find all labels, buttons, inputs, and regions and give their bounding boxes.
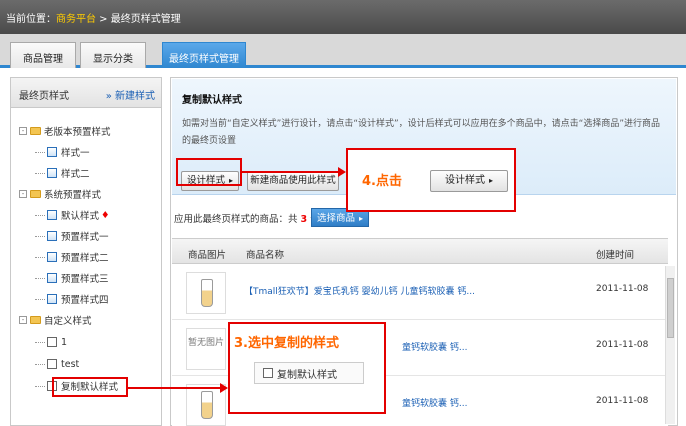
usage-text: 应用此最终页样式的商品：共 <box>174 214 298 225</box>
tree-item-label: 默认样式 <box>61 211 100 222</box>
arrow-right-icon: ▸ <box>359 214 364 223</box>
tab-display-category[interactable]: 显示分类 <box>80 42 146 68</box>
tree-item-custom-test[interactable]: test <box>35 356 79 372</box>
callout-design-label: 设计样式 <box>444 175 485 186</box>
arrow-right-icon: ▸ <box>488 176 493 185</box>
tree-item-label: 预置样式二 <box>61 253 109 264</box>
tree-folder-label: 系统预置样式 <box>44 190 102 201</box>
select-product-label: 选择商品 <box>316 213 355 224</box>
step4-label: 4.点击 <box>362 174 402 189</box>
tab-bar: 商品管理 显示分类 最终页样式管理 <box>0 34 686 68</box>
no-image-text: 暂无图片 <box>187 338 224 348</box>
style-description: 如需对当前“自定义样式”进行设计，请点击“设计样式”，设计后样式可以应用在多个商… <box>182 119 660 146</box>
tree-item-style-2[interactable]: 样式二 <box>35 165 90 181</box>
breadcrumb-separator: > <box>96 14 111 25</box>
tree-item-default-style[interactable]: 默认样式 ♦ <box>35 207 110 223</box>
tree-folder-label: 老版本预置样式 <box>44 127 111 138</box>
style-doc-icon <box>47 231 57 241</box>
callout-style-item: 复制默认样式 <box>254 362 364 384</box>
style-doc-icon <box>263 368 273 378</box>
created-date: 2011-11-08 <box>596 284 649 294</box>
style-doc-icon <box>47 337 57 347</box>
callout-style-label: 复制默认样式 <box>277 369 337 381</box>
breadcrumb-prefix: 当前位置： <box>6 14 56 25</box>
new-style-link[interactable]: » 新建样式 <box>106 87 155 102</box>
tree-item-custom-1[interactable]: 1 <box>35 334 67 350</box>
tree-item-label: 预置样式四 <box>61 295 109 306</box>
breadcrumb-current: 最终页样式管理 <box>110 14 181 25</box>
tree-folder-system-presets[interactable]: - 系统预置样式 <box>19 186 101 202</box>
tree-folder-custom[interactable]: - 自定义样式 <box>19 312 92 328</box>
style-doc-icon <box>47 147 57 157</box>
product-name-link[interactable]: 童钙软胶囊 钙... <box>402 396 467 409</box>
callout-connector <box>242 171 338 173</box>
usage-summary: 应用此最终页样式的商品：共 3 个 <box>174 211 320 225</box>
tree-item-label: 预置样式三 <box>61 274 109 285</box>
tree-item-preset-2[interactable]: 预置样式二 <box>35 249 109 265</box>
tree-item-style-1[interactable]: 样式一 <box>35 144 90 160</box>
style-title: 复制默认样式 <box>182 95 242 106</box>
collapse-icon[interactable]: - <box>19 127 27 135</box>
tree-item-label: 样式一 <box>61 148 90 159</box>
tree-folder-old-presets[interactable]: - 老版本预置样式 <box>19 123 111 139</box>
style-doc-icon <box>47 210 57 220</box>
collapse-icon[interactable]: - <box>19 190 27 198</box>
collapse-icon[interactable]: - <box>19 316 27 324</box>
step3-label: 3.选中复制的样式 <box>234 336 339 351</box>
tree-item-preset-4[interactable]: 预置样式四 <box>35 291 109 307</box>
folder-icon <box>30 127 41 135</box>
sidebar: 最终页样式 » 新建样式 - 老版本预置样式 样式一 样式二 - 系统预置样式 默认… <box>10 77 162 426</box>
col-created-time: 创建时间 <box>596 250 635 261</box>
tab-product-management[interactable]: 商品管理 <box>10 42 76 68</box>
new-product-use-style-button[interactable]: 新建商品使用此样式 <box>247 171 339 191</box>
style-doc-icon <box>47 273 57 283</box>
table-row[interactable]: 【Tmall狂欢节】爱宝氏乳钙 婴幼儿钙 儿童钙软胶囊 钙... 2011-11… <box>172 264 668 320</box>
tree-item-label: 预置样式一 <box>61 232 109 243</box>
scrollbar-thumb[interactable] <box>667 278 674 338</box>
step3-callout: 3.选中复制的样式 复制默认样式 <box>228 322 386 414</box>
col-product-name: 商品名称 <box>246 250 285 261</box>
style-doc-icon <box>47 294 57 304</box>
style-doc-icon <box>47 252 57 262</box>
tree-item-preset-1[interactable]: 预置样式一 <box>35 228 109 244</box>
breadcrumb-link-platform[interactable]: 商务平台 <box>56 14 96 25</box>
tree-item-label: 1 <box>61 336 68 348</box>
table-scrollbar[interactable] <box>665 266 675 424</box>
tree-item-preset-3[interactable]: 预置样式三 <box>35 270 109 286</box>
arrow-head-icon <box>338 167 346 177</box>
created-date: 2011-11-08 <box>596 396 649 406</box>
tree-item-label: 样式二 <box>61 169 90 180</box>
sidebar-title: 最终页样式 <box>19 91 69 102</box>
product-thumbnail[interactable] <box>186 272 226 314</box>
sidebar-header: 最终页样式 » 新建样式 <box>11 78 161 108</box>
product-photo-icon <box>201 279 213 307</box>
style-doc-icon <box>47 168 57 178</box>
default-marker-icon: ♦ <box>101 209 110 221</box>
breadcrumb-bar: 当前位置：商务平台 > 最终页样式管理 <box>0 0 686 34</box>
product-thumbnail[interactable]: 暂无图片 <box>186 328 226 370</box>
folder-icon <box>30 190 41 198</box>
callout-design-button: 设计样式 ▸ <box>430 170 508 192</box>
product-name-link[interactable]: 童钙软胶囊 钙... <box>402 340 467 353</box>
product-name-link[interactable]: 【Tmall狂欢节】爱宝氏乳钙 婴幼儿钙 儿童钙软胶囊 钙... <box>244 284 475 297</box>
product-photo-icon <box>201 391 213 419</box>
callout-connector <box>128 387 222 389</box>
col-product-image: 商品图片 <box>188 250 227 261</box>
tree-item-label: test <box>61 358 80 370</box>
arrow-head-icon <box>220 383 228 393</box>
folder-icon <box>30 316 41 324</box>
tree-folder-label: 自定义样式 <box>44 316 92 327</box>
step4-callout: 4.点击 设计样式 ▸ <box>346 148 516 212</box>
created-date: 2011-11-08 <box>596 340 649 350</box>
style-doc-icon <box>47 359 57 369</box>
usage-count: 3 <box>300 214 308 225</box>
highlight-copied-style <box>52 377 128 397</box>
highlight-design-button <box>176 158 242 186</box>
table-header: 商品图片 商品名称 创建时间 <box>172 238 668 264</box>
tab-final-page-style[interactable]: 最终页样式管理 <box>162 42 246 68</box>
